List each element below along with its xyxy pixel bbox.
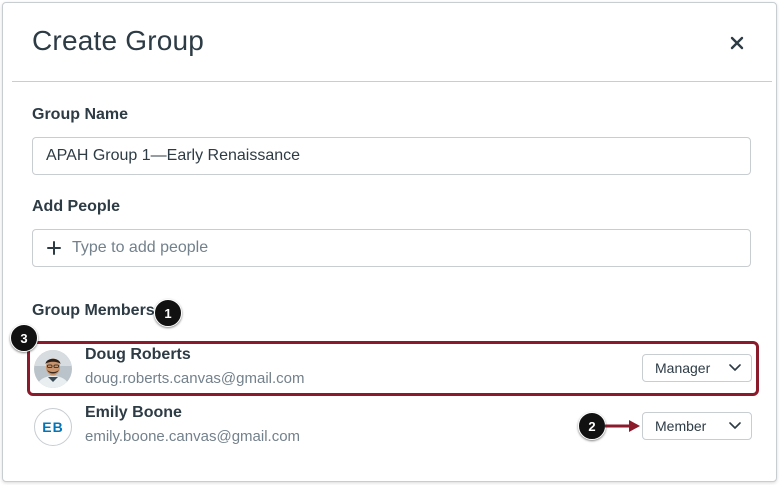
role-select-value: Manager <box>655 360 711 376</box>
add-people-label: Add People <box>32 198 121 215</box>
chevron-down-icon <box>729 422 741 429</box>
group-name-label: Group Name <box>32 106 129 123</box>
member-name: Emily Boone <box>85 404 182 421</box>
header-divider <box>12 81 772 82</box>
add-people-field[interactable] <box>32 229 751 267</box>
group-members-label: Group Members <box>32 302 155 319</box>
create-group-modal: Create Group Group Name Add People Group… <box>2 2 777 482</box>
close-button[interactable] <box>725 31 749 55</box>
member-email: doug.roberts.canvas@gmail.com <box>85 370 305 387</box>
role-select-doug-roberts[interactable]: Manager <box>642 354 752 382</box>
callout-arrow-icon <box>605 420 640 432</box>
modal-title: Create Group <box>32 25 205 56</box>
plus-icon <box>46 240 62 256</box>
add-people-input[interactable] <box>72 239 750 257</box>
member-email: emily.boone.canvas@gmail.com <box>85 428 301 445</box>
member-row-doug-roberts: Doug Roberts doug.roberts.canvas@gmail.c… <box>32 346 752 394</box>
member-name: Doug Roberts <box>85 346 191 363</box>
role-select-value: Member <box>655 418 707 434</box>
callout-badge-1: 1 <box>154 299 182 327</box>
callout-badge-2: 2 <box>578 412 606 440</box>
avatar: EB <box>34 408 72 446</box>
group-name-input[interactable] <box>32 137 751 175</box>
role-select-emily-boone[interactable]: Member <box>642 412 752 440</box>
avatar <box>34 350 72 388</box>
member-row-emily-boone: EB Emily Boone emily.boone.canvas@gmail.… <box>32 404 752 452</box>
chevron-down-icon <box>729 364 741 371</box>
close-icon <box>730 36 744 50</box>
